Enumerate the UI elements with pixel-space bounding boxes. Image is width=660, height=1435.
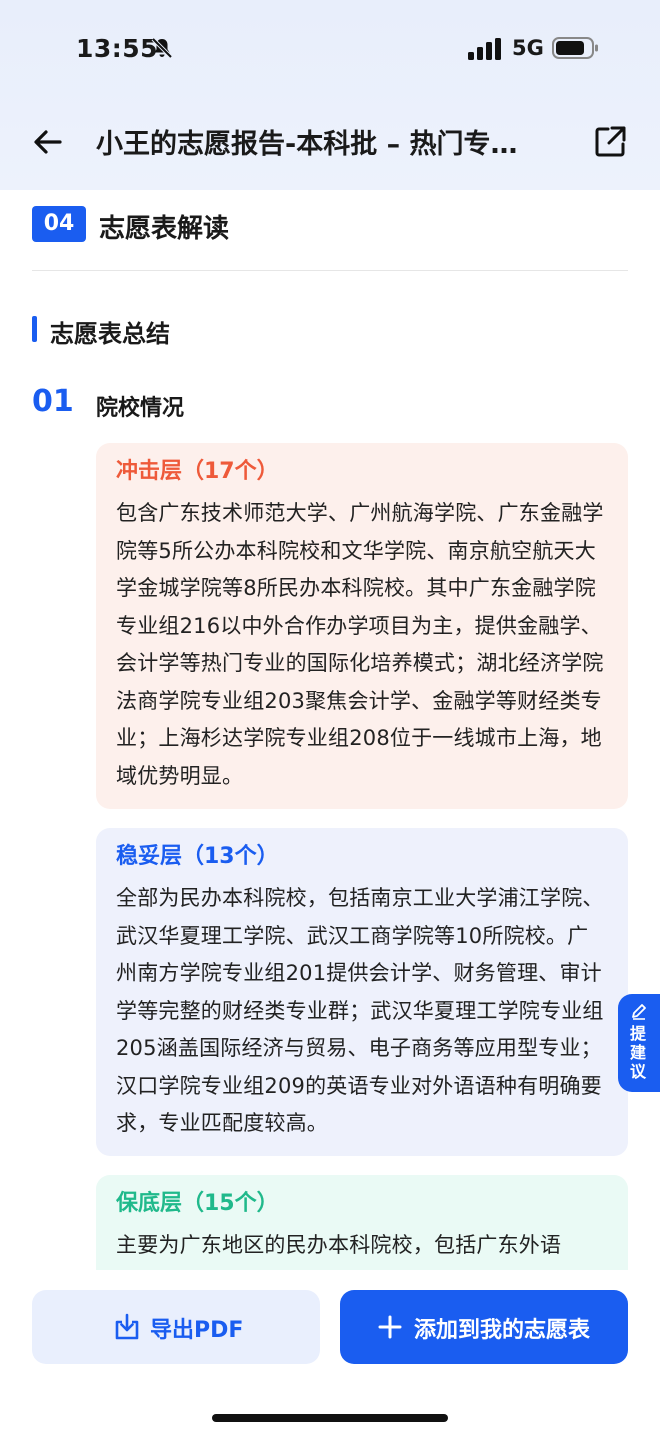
export-pdf-label: 导出PDF (150, 1318, 244, 1343)
plus-icon (378, 1315, 402, 1339)
rush-tier-card: 冲击层（17个） 包含广东技术师范大学、广州航海学院、广东金融学院等5所公办本科… (96, 443, 628, 809)
home-indicator (212, 1414, 448, 1422)
back-arrow-icon[interactable] (30, 124, 66, 160)
safe-tier-card: 保底层（15个） 主要为广东地区的民办本科院校，包括广东外语 (96, 1175, 628, 1270)
add-to-my-list-label: 添加到我的志愿表 (414, 1318, 591, 1343)
suggest-button[interactable]: 提建议 (618, 994, 660, 1092)
suggest-label: 提建议 (630, 1024, 647, 1081)
page-title: 小王的志愿报告-本科批 – 热门专… (96, 129, 518, 160)
summary-title: 志愿表总结 (50, 320, 170, 348)
stable-tier-body: 全部为民办本科院校，包括南京工业大学浦江学院、武汉华夏理工学院、武汉工商学院等1… (116, 886, 604, 1135)
battery-icon (552, 37, 598, 59)
download-icon (115, 1313, 139, 1340)
add-to-my-list-button[interactable]: 添加到我的志愿表 (340, 1290, 628, 1364)
signal-icon (468, 38, 501, 60)
item-number: 01 (32, 384, 74, 419)
export-pdf-button[interactable]: 导出PDF (32, 1290, 320, 1364)
network-label: 5G (512, 36, 544, 60)
rush-tier-title: 冲击层（17个） (116, 459, 279, 484)
report-content[interactable]: 04 志愿表解读 志愿表总结 01 院校情况 冲击层（17个） 包含广东技术师范… (12, 190, 648, 1270)
safe-tier-title: 保底层（15个） (116, 1191, 279, 1216)
bottom-action-bar: 导出PDF 添加到我的志愿表 (0, 1270, 660, 1435)
status-bar: 13:55 5G (0, 0, 660, 96)
accent-bar (32, 316, 37, 342)
stable-tier-card: 稳妥层（13个） 全部为民办本科院校，包括南京工业大学浦江学院、武汉华夏理工学院… (96, 828, 628, 1156)
section-title: 志愿表解读 (99, 214, 230, 244)
stable-tier-title: 稳妥层（13个） (116, 844, 279, 869)
bell-muted-icon (151, 37, 173, 59)
share-icon[interactable] (592, 124, 628, 160)
nav-bar: 小王的志愿报告-本科批 – 热门专… (0, 110, 660, 174)
divider (32, 270, 628, 271)
item-title: 院校情况 (96, 396, 185, 421)
pen-icon (632, 1004, 646, 1020)
rush-tier-body: 包含广东技术师范大学、广州航海学院、广东金融学院等5所公办本科院校和文华学院、南… (116, 501, 604, 788)
section-number: 04 (32, 206, 86, 242)
status-time: 13:55 (76, 34, 159, 63)
safe-tier-body: 主要为广东地区的民办本科院校，包括广东外语 (116, 1233, 562, 1257)
